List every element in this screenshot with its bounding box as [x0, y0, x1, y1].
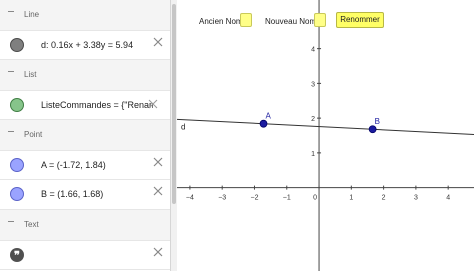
delete-icon[interactable]: [152, 156, 164, 168]
x-tick-label: 4: [446, 195, 450, 202]
plot-objects[interactable]: d A B: [177, 112, 474, 135]
category-point[interactable]: Point: [0, 120, 170, 150]
x-tick-label: 0: [313, 195, 317, 202]
axes: −4 −3 −2 −1 0 1 2 3 4 4 3 2 1: [177, 0, 474, 271]
category-list[interactable]: List: [0, 60, 170, 90]
category-label: Line: [24, 10, 40, 19]
visibility-toggle-icon[interactable]: [10, 158, 24, 172]
delete-icon[interactable]: [152, 36, 164, 48]
category-label: List: [24, 70, 37, 79]
visibility-toggle-icon[interactable]: [10, 187, 24, 201]
x-tick-label: −2: [250, 195, 258, 202]
x-tick-label: 1: [349, 195, 353, 202]
scrollbar-thumb[interactable]: [172, 4, 176, 204]
delete-icon[interactable]: [152, 185, 164, 197]
category-label: Point: [24, 130, 43, 139]
algebra-item-text[interactable]: ❞: [0, 240, 170, 270]
collapse-icon[interactable]: [8, 131, 14, 132]
algebra-item-point-a[interactable]: A = (-1.72, 1.84): [0, 150, 170, 180]
visibility-toggle-icon[interactable]: [10, 98, 24, 112]
point-a-label: A: [266, 112, 272, 121]
x-tick-label: 2: [382, 195, 386, 202]
y-tick-label: 4: [311, 47, 315, 54]
algebra-view: Line d: 0.16x + 3.38y = 5.94 List ListeC…: [0, 0, 171, 271]
algebra-item-liste-commandes[interactable]: ListeCommandes = {"Rename[,"}: [0, 90, 170, 120]
category-text[interactable]: Text: [0, 210, 170, 240]
algebra-item-line-d[interactable]: d: 0.16x + 3.38y = 5.94: [0, 30, 170, 60]
collapse-icon[interactable]: [8, 221, 14, 222]
algebra-item-point-b[interactable]: B = (1.66, 1.68): [0, 180, 170, 210]
quote-icon[interactable]: ❞: [10, 248, 24, 262]
old-name-label: Ancien Nom: [199, 17, 243, 26]
delete-icon[interactable]: [152, 246, 164, 258]
category-label: Text: [24, 220, 39, 229]
line-d[interactable]: [177, 118, 474, 135]
point-a-expression[interactable]: A = (-1.72, 1.84): [41, 160, 106, 170]
collapse-icon[interactable]: [8, 71, 14, 72]
point-b[interactable]: [368, 125, 377, 134]
category-line[interactable]: Line: [0, 0, 170, 30]
old-name-input[interactable]: [240, 13, 252, 27]
y-tick-label: 3: [311, 81, 315, 88]
y-tick-label: 1: [311, 151, 315, 158]
x-tick-label: 3: [414, 195, 418, 202]
collapse-icon[interactable]: [8, 11, 14, 12]
graphics-view[interactable]: −4 −3 −2 −1 0 1 2 3 4 4 3 2 1 d A B Ancien Nom Nouveau…: [177, 0, 474, 271]
graphics-canvas[interactable]: −4 −3 −2 −1 0 1 2 3 4 4 3 2 1 d A B: [177, 0, 474, 271]
line-d-expression[interactable]: d: 0.16x + 3.38y = 5.94: [41, 40, 133, 50]
x-tick-label: −1: [283, 195, 291, 202]
more-icon[interactable]: [147, 97, 159, 109]
x-tick-label: −3: [218, 195, 226, 202]
point-a[interactable]: [259, 119, 268, 128]
visibility-toggle-icon[interactable]: [10, 38, 24, 52]
liste-commandes-expression[interactable]: ListeCommandes = {"Rename[,"}: [41, 100, 153, 110]
new-name-label: Nouveau Nom: [265, 17, 317, 26]
rename-button[interactable]: Renommer: [336, 12, 384, 28]
new-name-input[interactable]: [314, 13, 326, 27]
line-d-label: d: [181, 122, 185, 131]
point-b-label: B: [375, 117, 380, 126]
y-tick-label: 2: [311, 116, 315, 123]
x-tick-label: −4: [186, 195, 194, 202]
point-b-expression[interactable]: B = (1.66, 1.68): [41, 189, 103, 199]
